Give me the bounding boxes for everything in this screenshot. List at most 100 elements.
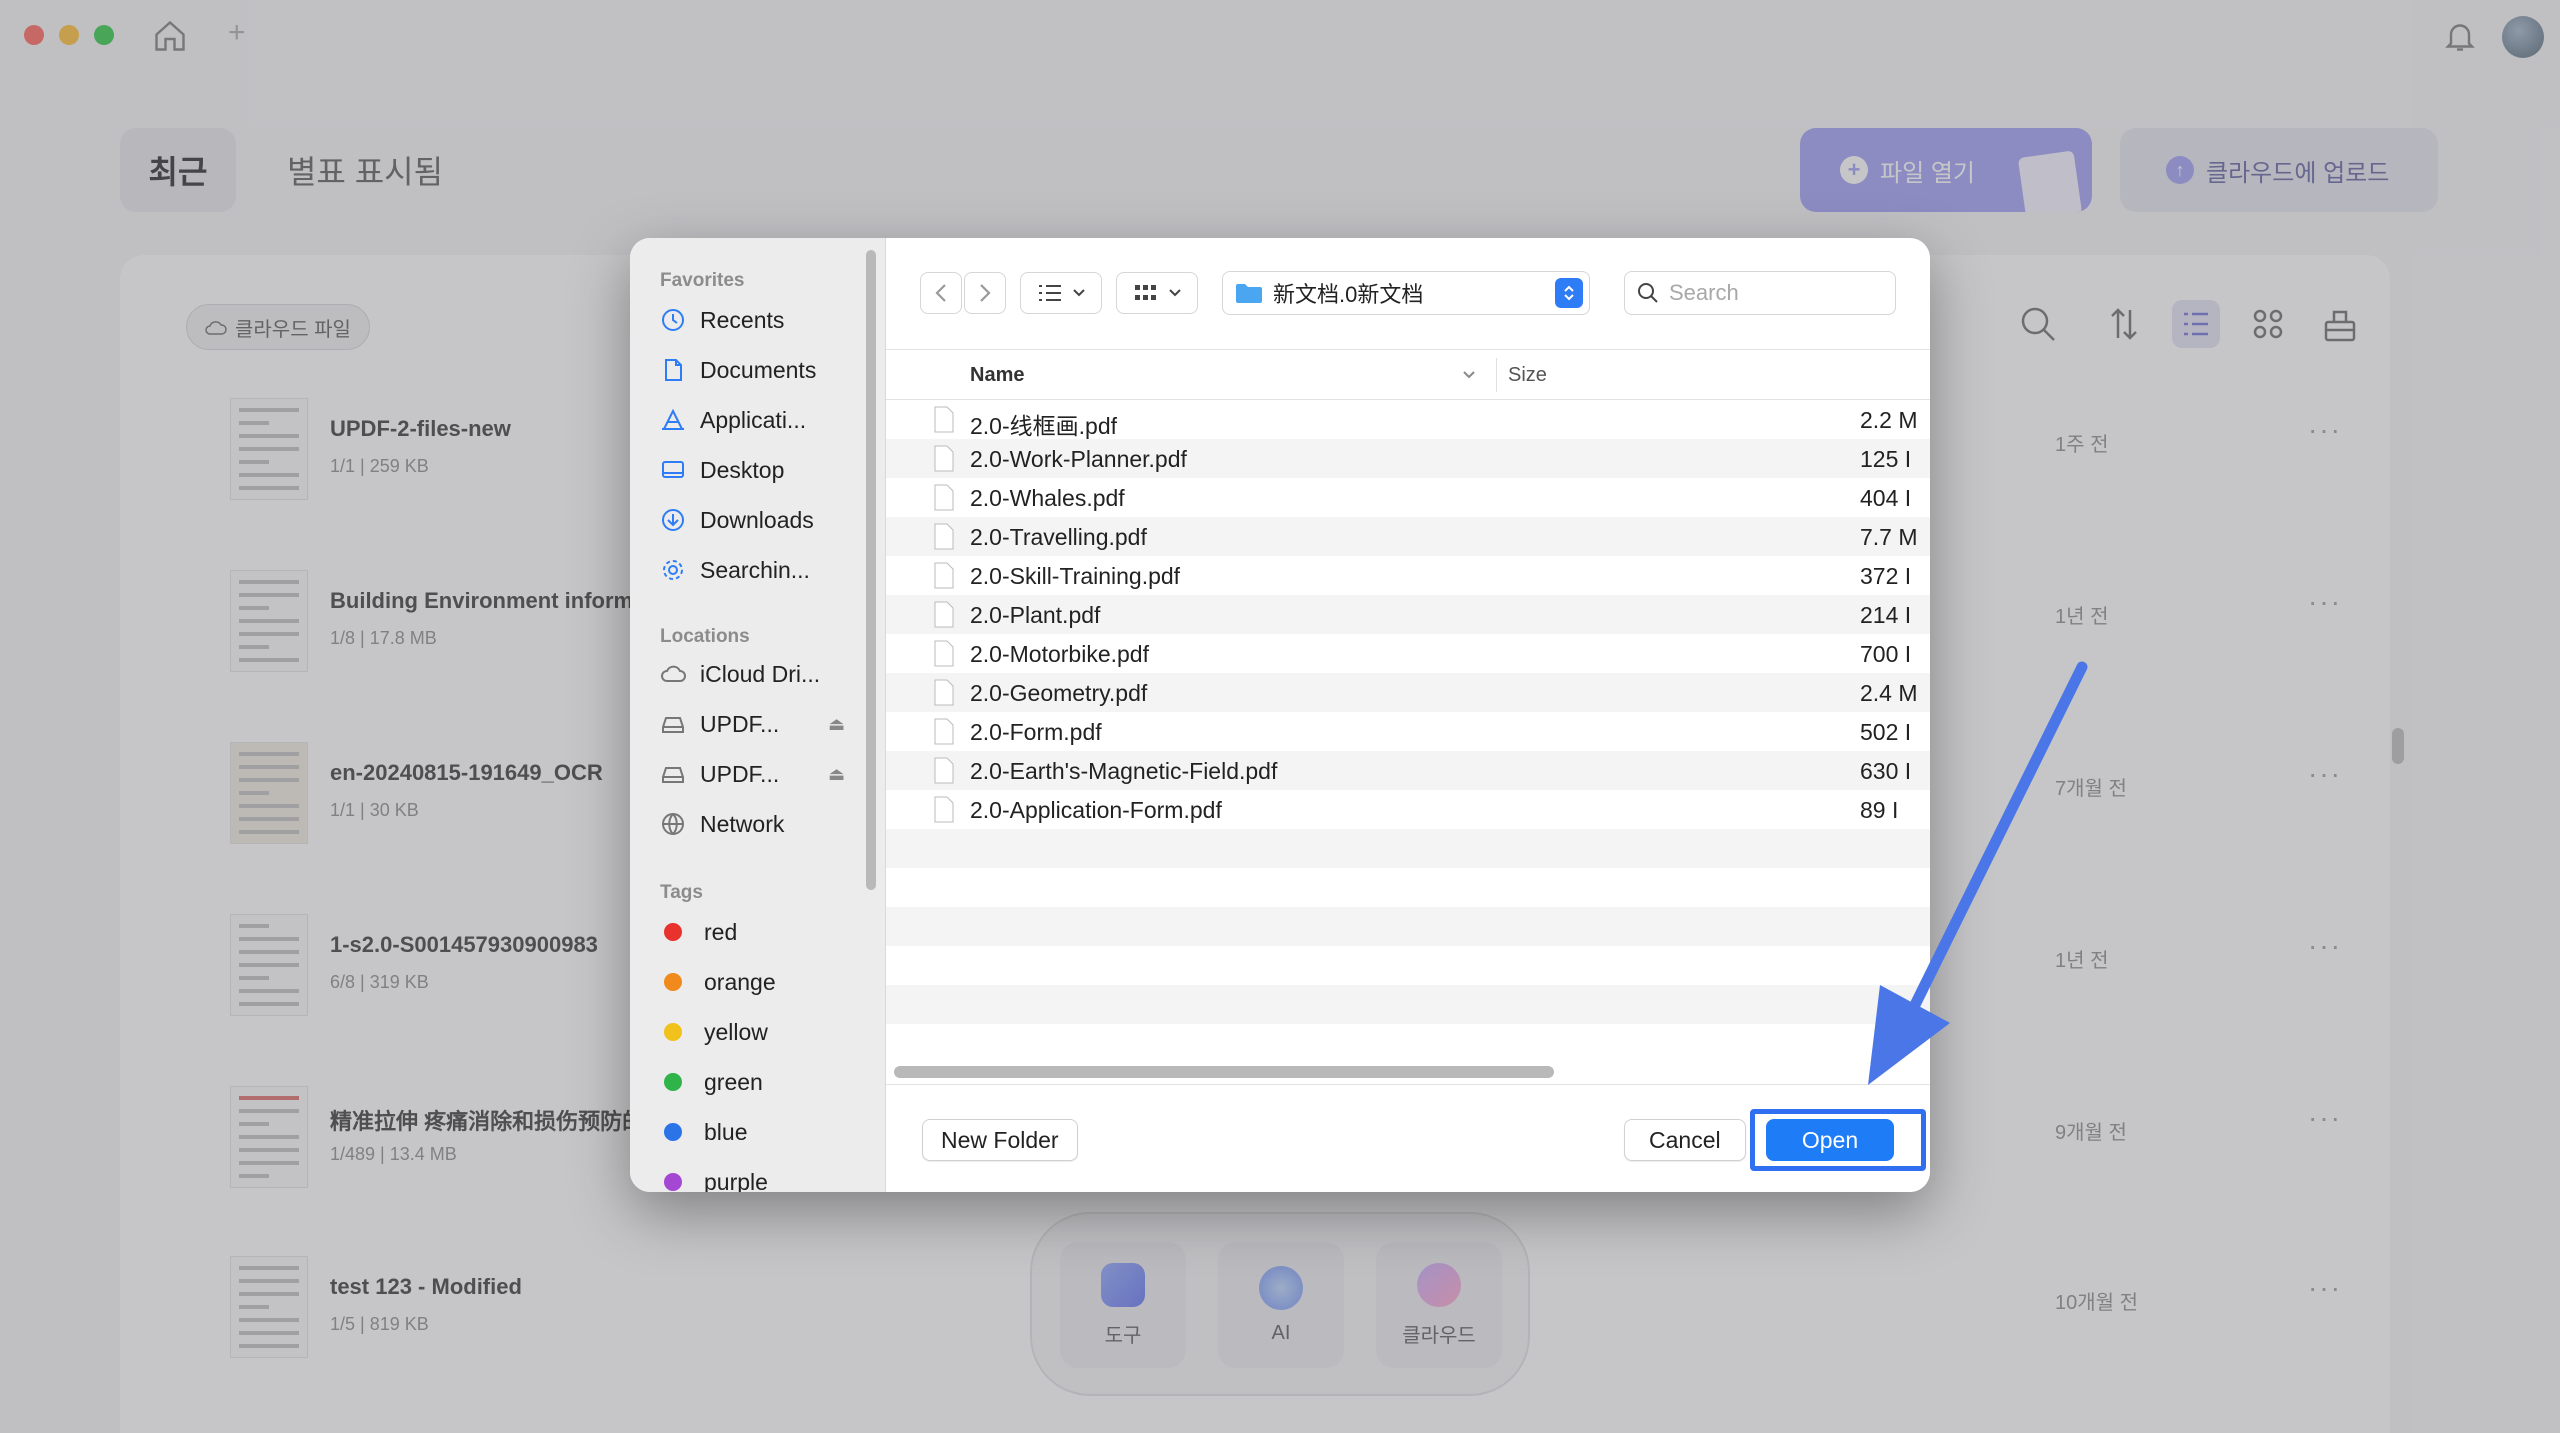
document-icon <box>934 640 954 667</box>
search-field[interactable] <box>1624 271 1896 315</box>
sidebar-tag-purple[interactable]: purple <box>660 1160 875 1192</box>
file-size: 7.7 M <box>1860 524 1918 550</box>
applications-icon <box>662 408 684 430</box>
orange-tag-dot-icon <box>664 973 682 991</box>
annotation-arrow-icon <box>1868 661 2088 1085</box>
eject-icon[interactable]: ⏏ <box>828 714 845 735</box>
column-divider[interactable] <box>1496 358 1497 392</box>
file-name: 2.0-Earth's-Magnetic-Field.pdf <box>970 758 1278 784</box>
column-name-header[interactable]: Name <box>970 364 1024 387</box>
file-size: 2.2 M <box>1860 407 1918 433</box>
cancel-button[interactable]: Cancel <box>1624 1119 1746 1161</box>
file-row[interactable]: 2.0-Work-Planner.pdf 125 I <box>886 439 1930 478</box>
sidebar-scrollbar[interactable] <box>866 250 876 890</box>
file-name: 2.0-Application-Form.pdf <box>970 797 1222 823</box>
file-row[interactable]: 2.0-Application-Form.pdf 89 I <box>886 790 1930 829</box>
sidebar-tag-blue[interactable]: blue <box>660 1110 875 1154</box>
sidebar-item-downloads[interactable]: Downloads <box>660 498 875 542</box>
column-header: Name Size <box>886 350 1930 400</box>
sidebar-tag-red[interactable]: red <box>660 910 875 954</box>
sidebar-item-recents[interactable]: Recents <box>660 298 875 342</box>
new-folder-button[interactable]: New Folder <box>922 1119 1078 1161</box>
sidebar-item-icloud[interactable]: iCloud Dri... <box>660 652 875 696</box>
document-icon <box>934 757 954 784</box>
file-name: 2.0-Motorbike.pdf <box>970 641 1149 667</box>
file-row[interactable]: 2.0-Earth's-Magnetic-Field.pdf 630 I <box>886 751 1930 790</box>
sidebar-tag-orange[interactable]: orange <box>660 960 875 1004</box>
sidebar-item-label: UPDF... <box>700 760 780 787</box>
file-name: 2.0-Skill-Training.pdf <box>970 563 1181 589</box>
red-tag-dot-icon <box>664 923 682 941</box>
document-icon <box>934 562 954 589</box>
open-file-dialog: Favorites Recents Documents Applicati...… <box>630 238 1930 1192</box>
forward-button[interactable] <box>964 272 1006 314</box>
document-icon <box>665 359 682 381</box>
gear-icon <box>663 560 683 580</box>
empty-row-stripe <box>886 907 1930 946</box>
chevron-down-icon <box>1169 289 1181 297</box>
cloud-icon <box>661 665 686 682</box>
sidebar-item-label: Applicati... <box>700 406 807 433</box>
sidebar-item-documents[interactable]: Documents <box>660 348 875 392</box>
sidebar-item-network[interactable]: Network <box>660 802 875 846</box>
sidebar-item-label: Downloads <box>700 506 814 533</box>
sidebar-item-searching[interactable]: Searchin... <box>660 548 875 592</box>
file-size: 125 I <box>1860 446 1912 472</box>
search-input[interactable] <box>1669 280 1869 306</box>
file-name: 2.0-线框画.pdf <box>970 413 1117 439</box>
list-view-mode-button[interactable] <box>1020 272 1102 314</box>
eject-icon[interactable]: ⏏ <box>828 764 845 785</box>
yellow-tag-dot-icon <box>664 1023 682 1041</box>
file-row[interactable]: 2.0-Form.pdf 502 I <box>886 712 1930 751</box>
sidebar-tag-yellow[interactable]: yellow <box>660 1010 875 1054</box>
sidebar-item-applications[interactable]: Applicati... <box>660 398 875 442</box>
horizontal-scrollbar[interactable] <box>894 1066 1554 1078</box>
file-row[interactable]: 2.0-Whales.pdf 404 I <box>886 478 1930 517</box>
download-icon <box>662 509 684 531</box>
document-icon <box>934 484 954 511</box>
file-size: 214 I <box>1860 602 1912 628</box>
document-icon <box>934 523 954 550</box>
sidebar-item-label: yellow <box>704 1018 768 1045</box>
list-icon <box>1039 285 1061 301</box>
file-row[interactable]: 2.0-Travelling.pdf 7.7 M <box>886 517 1930 556</box>
file-size: 404 I <box>1860 485 1912 511</box>
file-row[interactable]: 2.0-Plant.pdf 214 I <box>886 595 1930 634</box>
group-by-button[interactable] <box>1116 272 1198 314</box>
file-name: 2.0-Form.pdf <box>970 719 1102 745</box>
drive-icon <box>662 767 684 783</box>
sidebar-item-label: red <box>704 918 738 945</box>
document-icon <box>934 601 954 628</box>
file-row[interactable]: 2.0-Skill-Training.pdf 372 I <box>886 556 1930 595</box>
document-icon <box>934 406 954 433</box>
purple-tag-dot-icon <box>664 1173 682 1191</box>
file-name: 2.0-Whales.pdf <box>970 485 1125 511</box>
file-row[interactable]: 2.0-Motorbike.pdf 700 I <box>886 634 1930 673</box>
sidebar-tag-green[interactable]: green <box>660 1060 875 1104</box>
file-name: 2.0-Geometry.pdf <box>970 680 1148 706</box>
open-button[interactable]: Open <box>1766 1119 1894 1161</box>
file-browser-pane: 新文档.0新文档 Name Size 2.0-线框画.pdf 2.2 M <box>886 238 1930 1192</box>
dialog-footer: New Folder Cancel Open <box>886 1084 1930 1192</box>
file-row[interactable]: 2.0-线框画.pdf 2.2 M <box>886 400 1930 439</box>
sidebar-item-label: Recents <box>700 306 785 333</box>
grid-icon <box>1135 285 1156 300</box>
blue-tag-dot-icon <box>664 1123 682 1141</box>
file-row[interactable]: 2.0-Geometry.pdf 2.4 M <box>886 673 1930 712</box>
sidebar-item-label: Desktop <box>700 456 785 483</box>
sidebar-item-desktop[interactable]: Desktop <box>660 448 875 492</box>
sort-chevron-down-icon[interactable] <box>1462 364 1476 384</box>
stepper-icon <box>1555 278 1583 308</box>
sidebar-item-label: UPDF... <box>700 710 780 737</box>
locations-header: Locations <box>660 626 750 647</box>
clock-icon <box>662 309 684 331</box>
chevron-right-icon <box>980 284 991 302</box>
back-button[interactable] <box>920 272 962 314</box>
column-size-header[interactable]: Size <box>1508 364 1547 387</box>
drive-icon <box>662 717 684 733</box>
location-popup[interactable]: 新文档.0新文档 <box>1222 271 1590 315</box>
document-icon <box>934 679 954 706</box>
file-name: 2.0-Plant.pdf <box>970 602 1101 628</box>
sidebar-item-updf-volume-2[interactable]: UPDF... ⏏ <box>660 752 875 796</box>
sidebar-item-updf-volume-1[interactable]: UPDF... ⏏ <box>660 702 875 746</box>
